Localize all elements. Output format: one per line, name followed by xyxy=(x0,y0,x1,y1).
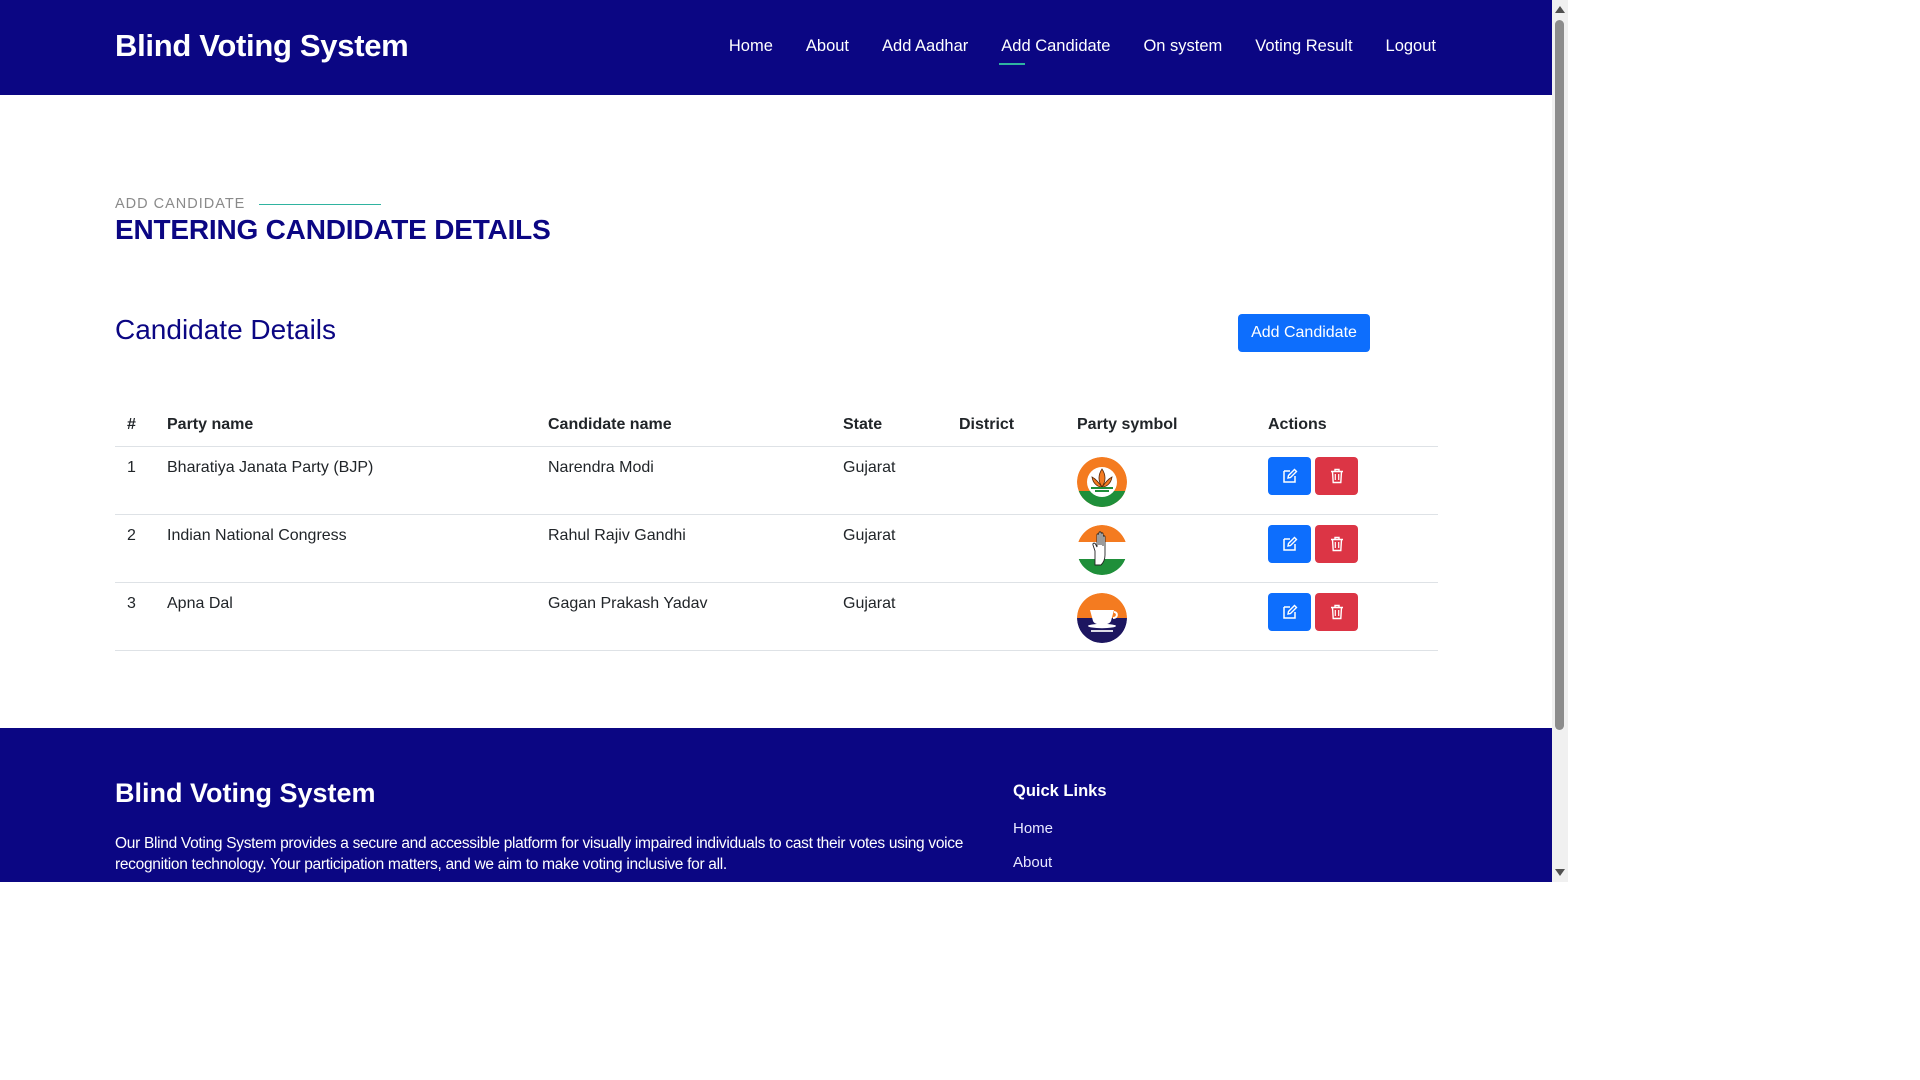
cell-candidate: Narendra Modi xyxy=(536,446,831,515)
cell-party: Bharatiya Janata Party (BJP) xyxy=(155,446,536,515)
page-title: ENTERING CANDIDATE DETAILS xyxy=(115,214,551,245)
footer-link-home[interactable]: Home xyxy=(1013,820,1053,837)
edit-button[interactable] xyxy=(1268,524,1311,563)
col-header-state: State xyxy=(831,404,947,447)
footer-description: Our Blind Voting System provides a secur… xyxy=(115,835,964,873)
col-header-candidate: Candidate name xyxy=(536,404,831,447)
scrollbar-thumb[interactable] xyxy=(1555,20,1564,730)
quick-links-title: Quick Links xyxy=(1013,782,1107,800)
brand-logo[interactable]: Blind Voting System xyxy=(115,28,409,64)
nav-home[interactable]: Home xyxy=(729,37,773,56)
delete-button[interactable] xyxy=(1315,592,1358,631)
cell-party: Apna Dal xyxy=(155,582,536,651)
table-row: 3 Apna Dal Gagan Prakash Yadav Gujarat xyxy=(115,582,1438,651)
cell-symbol xyxy=(1065,514,1256,583)
footer-brand: Blind Voting System xyxy=(115,778,376,808)
cell-symbol xyxy=(1065,446,1256,515)
cell-party: Indian National Congress xyxy=(155,514,536,583)
nav-add-candidate[interactable]: Add Candidate xyxy=(999,37,1110,65)
scroll-up-arrow-icon[interactable] xyxy=(1555,6,1565,13)
trash-icon xyxy=(1330,604,1343,619)
footer-link-about[interactable]: About xyxy=(1013,854,1052,871)
col-header-num: # xyxy=(115,404,155,447)
add-candidate-button[interactable]: Add Candidate xyxy=(1238,314,1370,352)
scroll-down-arrow-icon[interactable] xyxy=(1555,869,1565,876)
cup-saucer-icon xyxy=(1077,592,1127,643)
table-header-row: # Party name Candidate name State Distri… xyxy=(115,404,1438,447)
edit-button[interactable] xyxy=(1268,456,1311,495)
col-header-party: Party name xyxy=(155,404,536,447)
edit-icon xyxy=(1282,604,1297,619)
cell-candidate: Gagan Prakash Yadav xyxy=(536,582,831,651)
edit-button[interactable] xyxy=(1268,592,1311,631)
delete-button[interactable] xyxy=(1315,456,1358,495)
table-row: 2 Indian National Congress Rahul Rajiv G… xyxy=(115,514,1438,583)
delete-button[interactable] xyxy=(1315,524,1358,563)
hand-icon xyxy=(1077,524,1127,575)
cell-district xyxy=(947,446,1065,515)
cell-district xyxy=(947,514,1065,583)
cell-state: Gujarat xyxy=(831,582,947,651)
cell-actions xyxy=(1256,582,1438,651)
lotus-icon xyxy=(1077,456,1127,507)
cell-state: Gujarat xyxy=(831,514,947,583)
cell-num: 2 xyxy=(115,514,155,583)
cell-district xyxy=(947,582,1065,651)
cell-actions xyxy=(1256,446,1438,515)
edit-icon xyxy=(1282,536,1297,551)
cell-num: 1 xyxy=(115,446,155,515)
nav-voting-result[interactable]: Voting Result xyxy=(1255,37,1352,56)
col-header-actions: Actions xyxy=(1256,404,1438,447)
main-nav: Home About Add Aadhar Add Candidate On s… xyxy=(696,37,1436,65)
nav-logout[interactable]: Logout xyxy=(1386,37,1436,56)
section-subtitle: ADD CANDIDATE xyxy=(115,196,246,212)
table-row: 1 Bharatiya Janata Party (BJP) Narendra … xyxy=(115,446,1438,515)
col-header-symbol: Party symbol xyxy=(1065,404,1256,447)
cell-symbol xyxy=(1065,582,1256,651)
trash-icon xyxy=(1330,468,1343,483)
page-scrollbar[interactable] xyxy=(1552,0,1568,882)
cell-actions xyxy=(1256,514,1438,583)
nav-about[interactable]: About xyxy=(806,37,849,56)
nav-add-aadhar[interactable]: Add Aadhar xyxy=(882,37,968,56)
trash-icon xyxy=(1330,536,1343,551)
cell-state: Gujarat xyxy=(831,446,947,515)
col-header-district: District xyxy=(947,404,1065,447)
candidate-table: # Party name Candidate name State Distri… xyxy=(115,404,1438,651)
subtitle-divider xyxy=(259,204,381,205)
edit-icon xyxy=(1282,468,1297,483)
cell-num: 3 xyxy=(115,582,155,651)
top-navbar: Blind Voting System Home About Add Aadha… xyxy=(0,0,1552,95)
nav-on-system[interactable]: On system xyxy=(1143,37,1222,56)
page-footer: Blind Voting System Our Blind Voting Sys… xyxy=(0,728,1552,882)
card-title: Candidate Details xyxy=(115,314,337,345)
cell-candidate: Rahul Rajiv Gandhi xyxy=(536,514,831,583)
